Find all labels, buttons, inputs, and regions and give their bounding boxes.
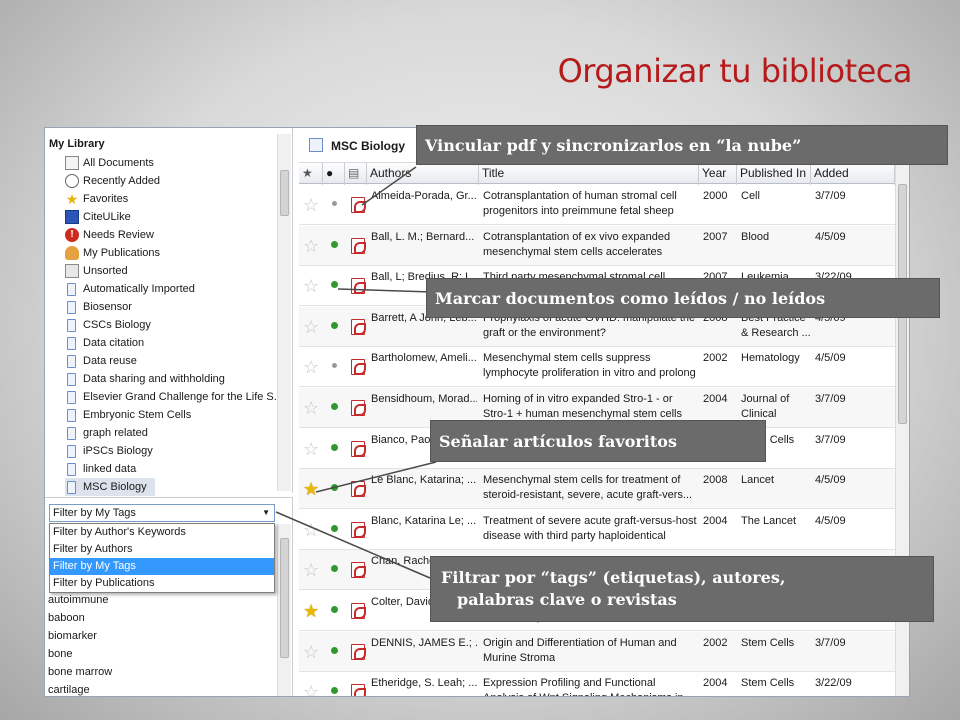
filter-leader-line xyxy=(275,511,431,579)
callout-read-text: Marcar documentos como leídos / no leído… xyxy=(435,288,826,308)
callout-fav: Señalar artículos favoritos xyxy=(430,420,766,462)
callout-filter-text-1: Filtrar por “tags” (etiquetas), autores, xyxy=(441,568,786,587)
read-leader-line xyxy=(337,288,433,293)
fav-leader-line xyxy=(315,461,437,493)
callout-fav-text: Señalar artículos favoritos xyxy=(439,431,677,451)
callout-sync: Vincular pdf y sincronizarlos en “la nub… xyxy=(416,125,948,165)
callout-sync-text: Vincular pdf y sincronizarlos en “la nub… xyxy=(425,135,802,155)
sync-leader-line xyxy=(361,166,417,206)
callout-read: Marcar documentos como leídos / no leído… xyxy=(426,278,940,318)
callout-filter: Filtrar por “tags” (etiquetas), autores,… xyxy=(430,556,934,622)
callout-filter-text-2: palabras clave o revistas xyxy=(457,590,677,609)
